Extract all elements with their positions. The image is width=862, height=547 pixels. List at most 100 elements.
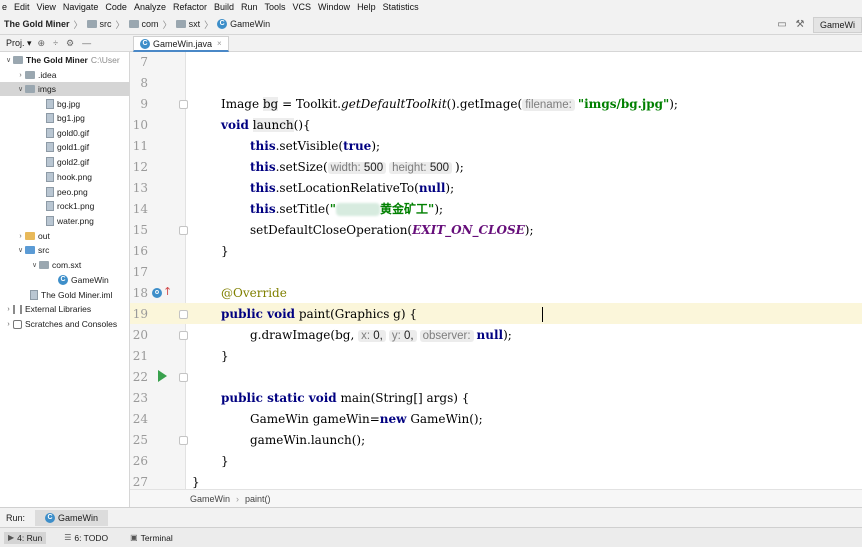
chevron-down-icon: ∨ [31, 262, 38, 269]
tree-file[interactable]: gold1.gif [0, 140, 129, 154]
nav-crumb-src[interactable]: src [86, 19, 112, 29]
tree-item-idea[interactable]: › .idea [0, 68, 129, 82]
target-icon[interactable]: ⊕ [38, 38, 46, 49]
folder-icon [25, 71, 35, 79]
tree-root-path: C:\User [90, 55, 120, 65]
menu-file[interactable]: e [2, 2, 7, 12]
code-line: this.setVisible(true); [130, 115, 862, 153]
menu-edit[interactable]: Edit [14, 2, 30, 12]
tree-item-label: .idea [38, 70, 57, 80]
nav-crumb-com[interactable]: com [128, 19, 159, 29]
tree-item-out[interactable]: › out [0, 229, 129, 243]
tree-root-label: The Gold Miner [26, 55, 88, 65]
gear-icon[interactable]: ⚙ [66, 38, 74, 49]
code-editor[interactable]: 7 8 9 10 11 12 13 14 15 16 17 18 19 20 2… [130, 52, 862, 507]
chevron-down-icon: ∨ [5, 57, 12, 64]
layout-icon[interactable]: ▭ [773, 17, 791, 33]
menu-help[interactable]: Help [357, 2, 376, 12]
library-icon [13, 304, 22, 314]
code-line: public void paint(Graphics g) { [130, 283, 862, 321]
tree-file-label: hook.png [57, 172, 92, 182]
tree-file[interactable]: bg.jpg [0, 97, 129, 111]
menu-analyze[interactable]: Analyze [134, 2, 166, 12]
code-line: this.setLocationRelativeTo(null); [130, 157, 862, 195]
play-icon: ▶ [8, 533, 15, 542]
menu-statistics[interactable]: Statistics [383, 2, 419, 12]
chevron-right-icon: › [236, 493, 240, 504]
close-icon[interactable]: × [217, 39, 222, 48]
tree-item-imgs[interactable]: ∨ imgs [0, 82, 129, 96]
image-file-icon [46, 201, 54, 211]
editor-tab-bar: C GameWin.java × [130, 35, 862, 52]
run-panel-label: Run: [6, 512, 26, 523]
tree-file-label: peo.png [57, 187, 88, 197]
menu-vcs[interactable]: VCS [293, 2, 312, 12]
code-line: g.drawImage(bg, x: 0, y: 0, observer: null)… [130, 304, 862, 342]
menu-view[interactable]: View [37, 2, 56, 12]
tree-item-external-libraries[interactable]: › External Libraries [0, 302, 129, 316]
menu-run[interactable]: Run [241, 2, 258, 12]
tree-file[interactable]: gold0.gif [0, 126, 129, 140]
collapse-icon[interactable]: ÷ [53, 38, 58, 48]
chevron-right-icon: › [19, 232, 22, 240]
class-icon: C [58, 275, 68, 285]
breadcrumb-method[interactable]: paint() [245, 494, 271, 504]
menu-refactor[interactable]: Refactor [173, 2, 207, 12]
tree-item-class[interactable]: C GameWin [0, 273, 129, 287]
tab-label: GameWin.java [153, 38, 213, 49]
class-icon: C [45, 512, 56, 523]
menu-tools[interactable]: Tools [265, 2, 286, 12]
nav-toolbar: ▭ ⚒ GameWi [773, 14, 862, 35]
menu-code[interactable]: Code [105, 2, 127, 12]
image-file-icon [46, 99, 54, 109]
tree-file-label: bg1.jpg [57, 113, 85, 123]
tree-item-iml[interactable]: The Gold Miner.iml [0, 288, 129, 302]
tree-item-src[interactable]: ∨ src [0, 243, 129, 257]
nav-crumb-gamewin[interactable]: C GameWin [217, 19, 270, 29]
module-file-icon [30, 290, 38, 300]
menu-build[interactable]: Build [214, 2, 234, 12]
project-view-selector[interactable]: Proj. ▾ [6, 38, 32, 49]
hammer-icon[interactable]: ⚒ [791, 17, 809, 33]
tree-file[interactable]: hook.png [0, 170, 129, 184]
chevron-right-icon: › [19, 71, 22, 79]
minimize-icon[interactable]: — [82, 38, 91, 48]
folder-icon [13, 56, 23, 64]
run-tab-gamewin[interactable]: C GameWin [35, 509, 109, 526]
package-icon [39, 261, 49, 269]
list-icon: ☰ [64, 533, 72, 542]
tree-file[interactable]: water.png [0, 214, 129, 228]
tool-window-todo[interactable]: ☰ 6: TODO [60, 532, 112, 544]
image-file-icon [46, 157, 54, 167]
code-line: void launch(){ [130, 94, 862, 132]
run-config-selector[interactable]: GameWi [812, 16, 862, 33]
tool-window-terminal[interactable]: ▣ Terminal [126, 532, 177, 544]
image-file-icon [46, 113, 54, 123]
chevron-right-icon: 〉 [73, 19, 83, 30]
menu-navigate[interactable]: Navigate [63, 2, 99, 12]
menu-window[interactable]: Window [318, 2, 350, 12]
tool-window-label: 6: TODO [74, 532, 109, 543]
tab-gamewin-java[interactable]: C GameWin.java × [133, 36, 229, 52]
code-line: @Override [130, 262, 862, 300]
tree-file[interactable]: peo.png [0, 185, 129, 199]
tool-window-bar: ▶ 4: Run ☰ 6: TODO ▣ Terminal [0, 527, 862, 547]
tree-item-label: Scratches and Consoles [25, 319, 118, 329]
tree-item-label: src [38, 245, 50, 255]
tree-item-scratches[interactable]: › Scratches and Consoles [0, 317, 129, 331]
nav-crumb-label: sxt [188, 19, 201, 29]
tool-window-run[interactable]: ▶ 4: Run [4, 531, 47, 544]
tree-root[interactable]: ∨ The Gold Miner C:\User [0, 53, 129, 67]
tree-file-label: gold1.gif [57, 142, 90, 152]
tree-file[interactable]: bg1.jpg [0, 111, 129, 125]
tree-file[interactable]: rock1.png [0, 199, 129, 213]
tree-item-package[interactable]: ∨ com.sxt [0, 258, 129, 272]
nav-crumb-project[interactable]: The Gold Miner [4, 19, 70, 29]
tree-file-label: water.png [57, 216, 94, 226]
nav-crumb-sxt[interactable]: sxt [175, 19, 201, 29]
source-folder-icon [25, 246, 35, 254]
breadcrumb-class[interactable]: GameWin [190, 494, 230, 504]
tree-file[interactable]: gold2.gif [0, 155, 129, 169]
class-icon: C [217, 19, 228, 29]
folder-icon [175, 20, 186, 28]
